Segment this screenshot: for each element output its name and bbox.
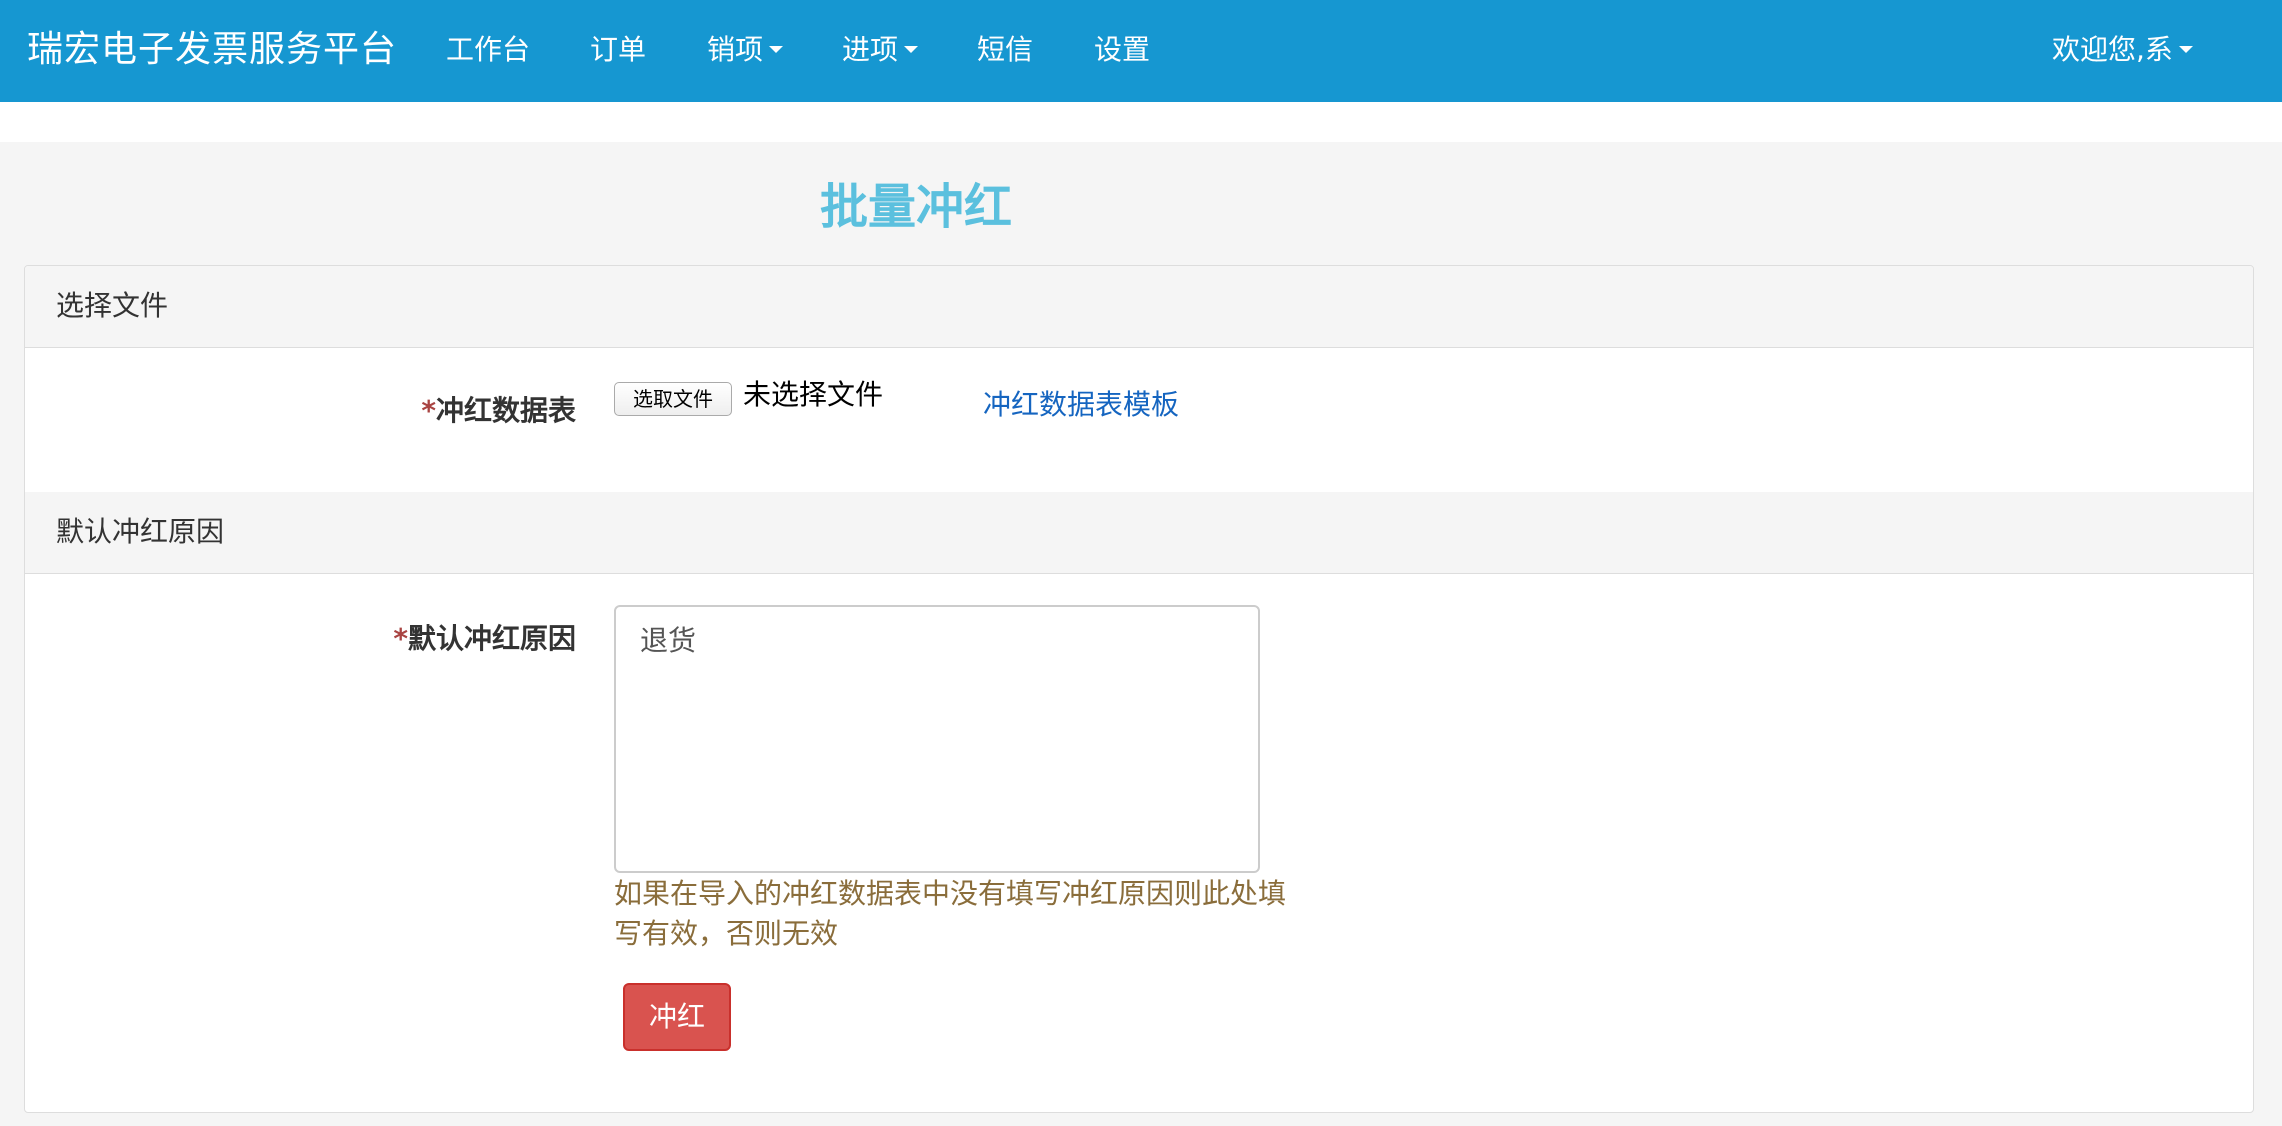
section-title: 选择文件 [56,289,169,322]
nav-item-label: 订单 [590,33,647,66]
field-label-text: 默认冲红原因 [407,622,576,655]
field-label-text: 冲红数据表 [435,394,576,427]
user-menu-dropdown[interactable]: 欢迎您,系 [2052,30,2193,70]
nav-item-sms[interactable]: 短信 [977,30,1033,70]
top-navbar: 瑞宏电子发票服务平台 工作台 订单 销项 进项 短信 设置 欢迎您,系 [0,0,2282,102]
caret-down-icon [904,45,919,53]
page-title: 批量冲红 [820,179,1013,235]
download-template-link[interactable]: 冲红数据表模板 [983,385,1179,425]
nav-item-sales-dropdown[interactable]: 销项 [707,30,784,70]
caret-down-icon [769,45,784,53]
field-label-default-reason: *默认冲红原因 [276,619,576,659]
nav-item-label: 短信 [977,33,1034,66]
nav-item-settings[interactable]: 设置 [1094,30,1150,70]
caret-down-icon [2178,45,2193,53]
default-reason-textarea[interactable]: 退货 [614,605,1260,873]
required-mark: * [393,622,408,655]
reason-help-text: 如果在导入的冲红数据表中没有填写冲红原因则此处填写有效，否则无效 [614,877,1287,950]
user-menu-label: 欢迎您,系 [2052,33,2173,66]
nav-item-orders[interactable]: 订单 [590,30,646,70]
section-header-file: 选择文件 [25,266,2253,348]
nav-item-label: 销项 [707,33,764,66]
nav-item-workbench[interactable]: 工作台 [446,30,530,70]
required-mark: * [421,394,436,427]
field-label-reverse-data-sheet: *冲红数据表 [276,391,576,431]
nav-item-label: 进项 [842,33,899,66]
batch-reverse-form-panel: 选择文件 *冲红数据表 选取文件 未选择文件 冲红数据表模板 默认冲红原因 *默… [24,265,2254,1113]
file-status-text: 未选择文件 [743,378,884,411]
nav-item-purchase-dropdown[interactable]: 进项 [842,30,919,70]
nav-item-label: 工作台 [446,33,531,66]
section-header-reason: 默认冲红原因 [25,492,2253,574]
nav-item-label: 设置 [1094,33,1151,66]
choose-file-button[interactable]: 选取文件 [614,382,732,416]
section-title: 默认冲红原因 [56,515,225,548]
brand-logo[interactable]: 瑞宏电子发票服务平台 [27,26,397,74]
reverse-submit-button[interactable]: 冲红 [623,983,731,1051]
